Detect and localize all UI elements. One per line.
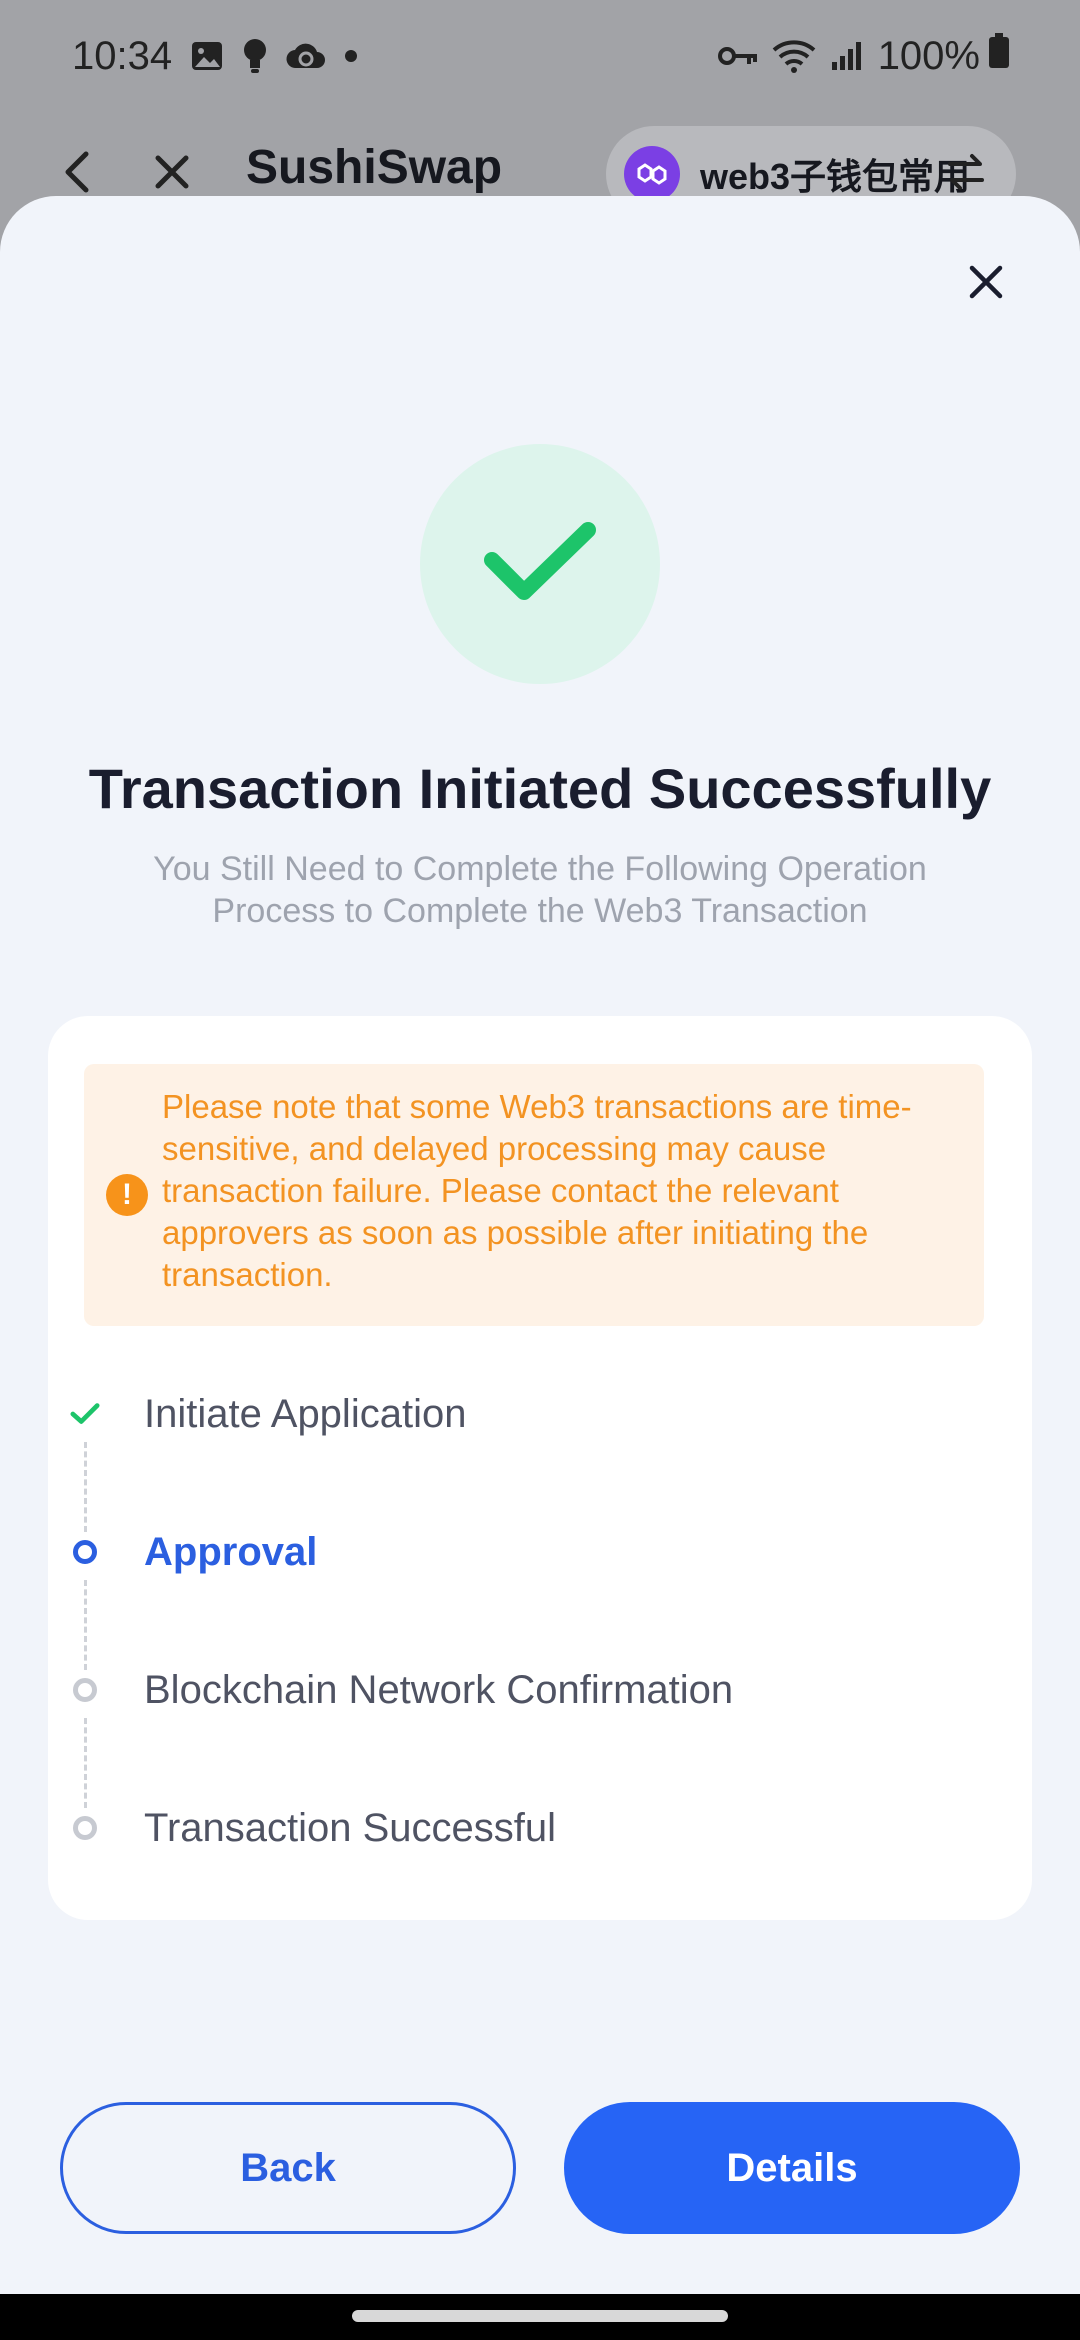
gallery-icon [190,39,224,73]
bulb-icon [242,38,268,74]
cloud-sync-icon [286,40,326,72]
page-title: Transaction Initiated Successfully [88,757,992,820]
step-active-ring-icon [70,1537,100,1567]
dapp-title: SushiSwap [246,141,503,194]
success-badge [420,444,660,684]
home-indicator[interactable] [352,2310,728,2322]
step-pending-ring-icon [70,1675,100,1705]
transaction-result-sheet: Transaction Initiated Successfully You S… [0,196,1080,2294]
step-label: Approval [144,1529,318,1574]
step-approval: Approval [48,1512,1032,1592]
status-bar: 10:34 100% [0,0,1080,112]
wallet-name: web3子钱包常用 [700,156,971,197]
page-subtitle: You Still Need to Complete the Following… [153,850,927,930]
details-button[interactable]: Details [564,2102,1020,2234]
checkmark-icon [480,520,600,609]
system-nav-bar [0,2294,1080,2340]
swap-arrows-icon [948,152,984,197]
step-label: Blockchain Network Confirmation [144,1667,734,1712]
process-card: ! Please note that some Web3 transaction… [48,1016,1032,1920]
step-done-check-icon [70,1399,100,1429]
back-button[interactable]: Back [60,2102,516,2234]
step-blockchain-confirmation: Blockchain Network Confirmation [48,1650,1032,1730]
process-steps: Initiate Application Approval Blockchain… [48,1016,1032,1920]
battery-percentage: 100% [877,33,980,78]
status-time: 10:34 [72,33,173,78]
signal-icon [830,40,864,72]
step-pending-ring-icon [70,1813,100,1843]
step-label: Transaction Successful [144,1805,557,1850]
dot-icon [344,49,358,63]
close-sheet-icon[interactable] [958,254,1014,310]
step-label: Initiate Application [144,1391,467,1436]
step-transaction-successful: Transaction Successful [48,1788,1032,1868]
step-initiate-application: Initiate Application [48,1374,1032,1454]
battery-icon [988,33,1010,79]
close-dapp-icon[interactable] [146,142,198,202]
polygon-logo-icon [624,146,680,202]
key-icon [717,44,758,68]
back-arrow-icon[interactable] [52,142,100,202]
wifi-icon [772,38,816,74]
